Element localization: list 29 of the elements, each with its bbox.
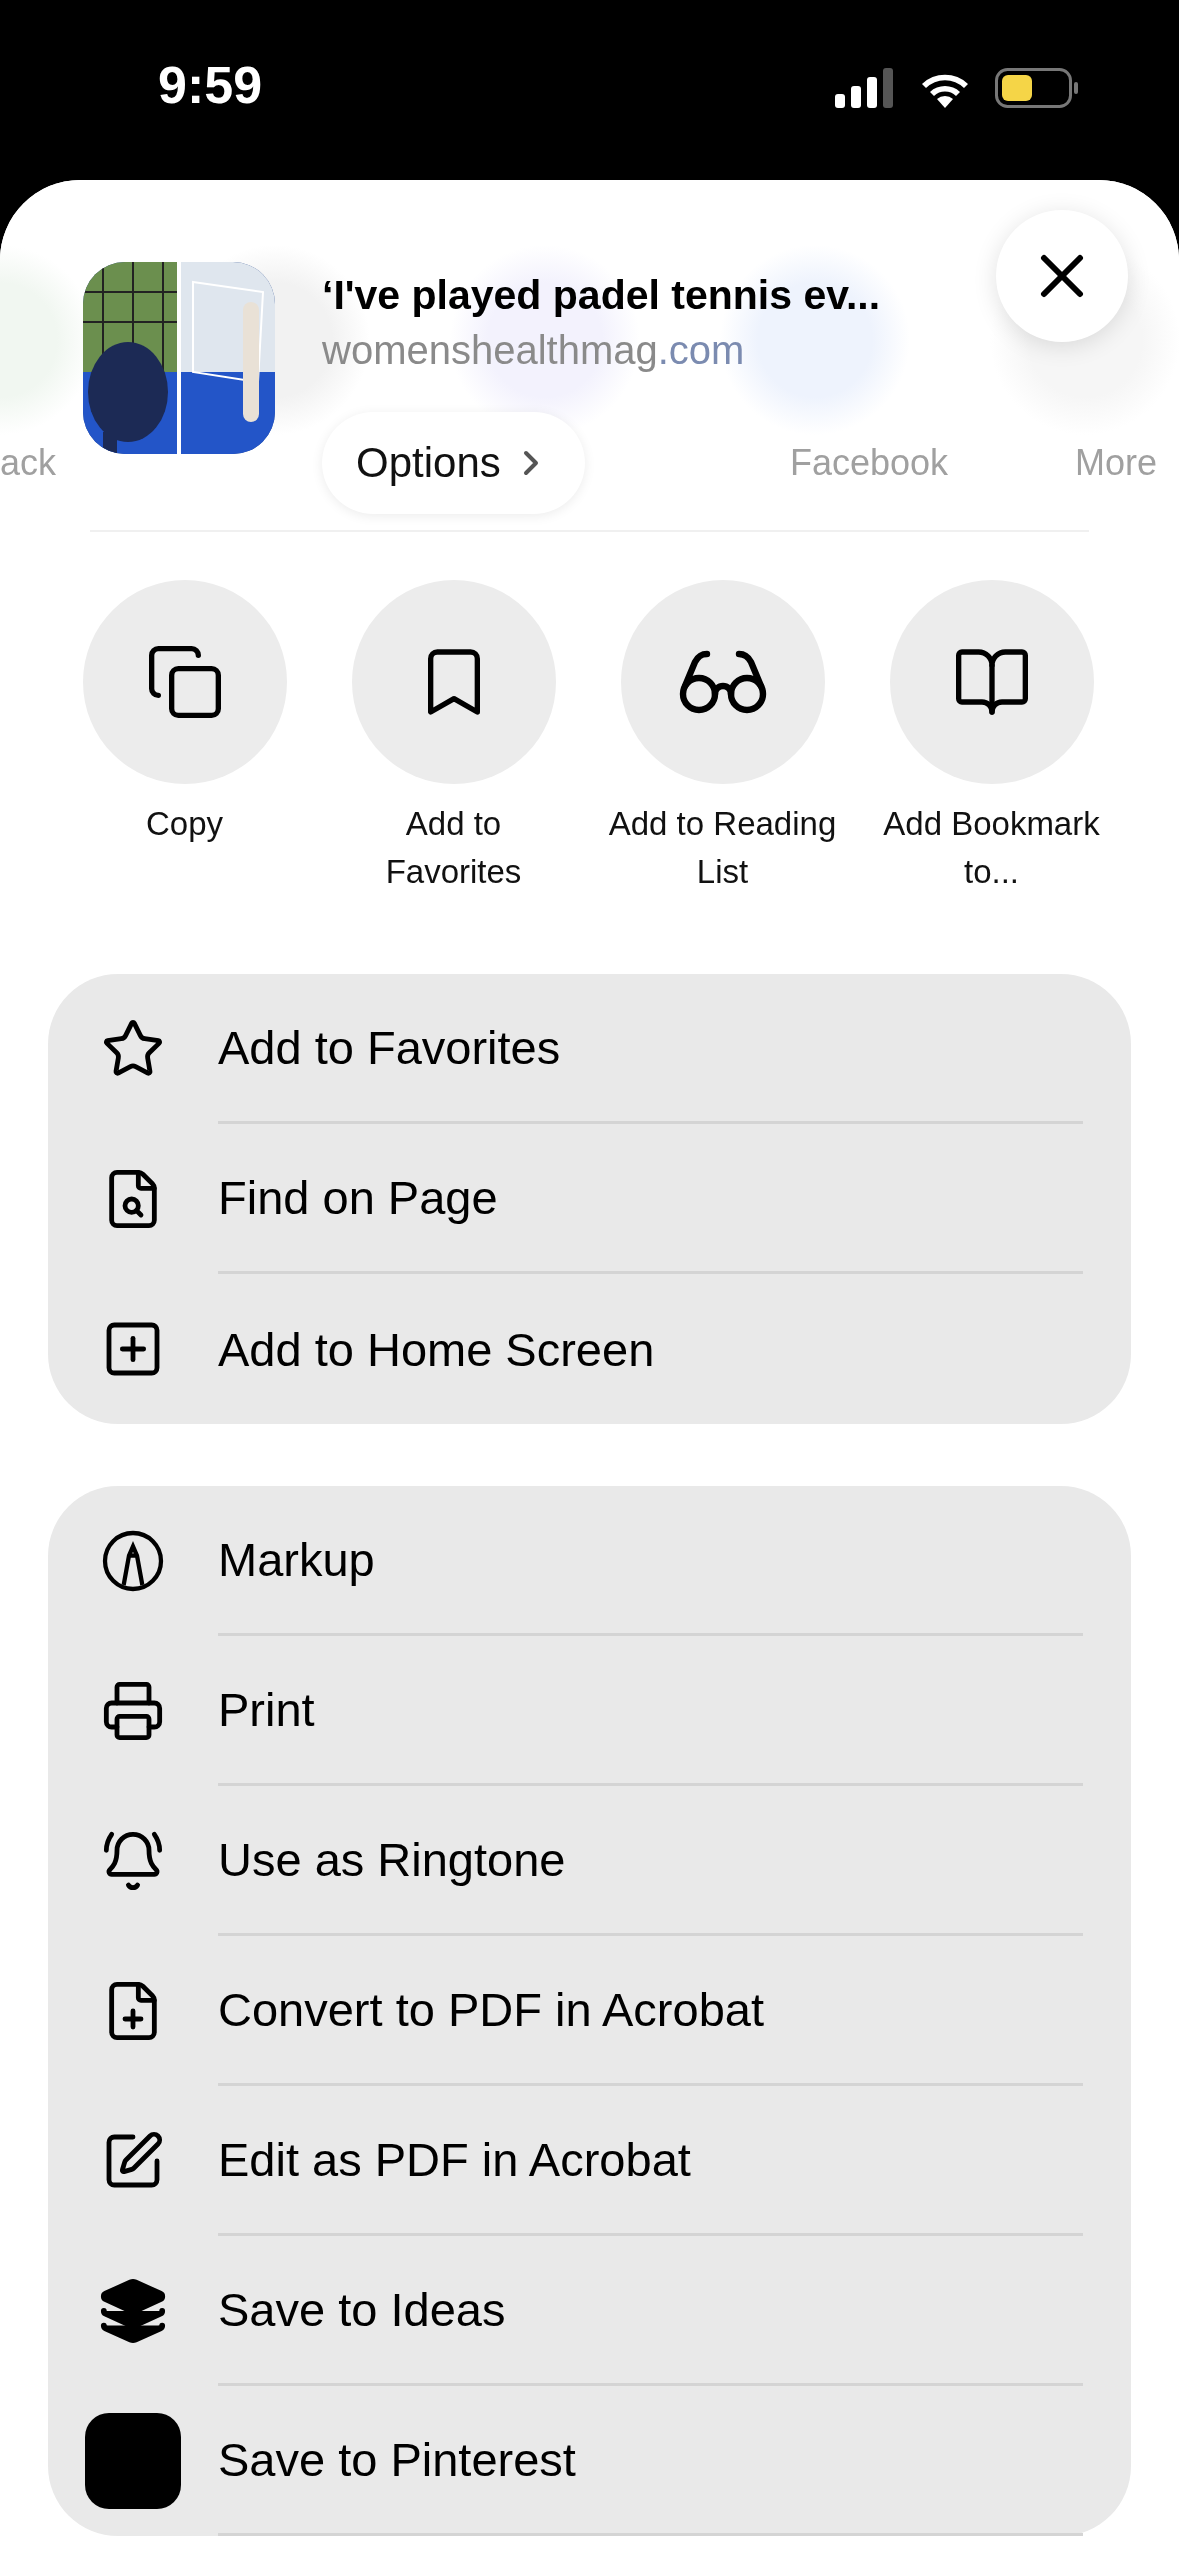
battery-icon	[995, 68, 1079, 108]
list-action[interactable]: Use as Ringtone	[48, 1786, 1131, 1936]
share-action[interactable]: Copy	[50, 580, 319, 896]
action-label: Add to Favorites	[384, 804, 523, 892]
options-button[interactable]: Options	[322, 412, 585, 514]
action-label: Copy	[145, 804, 223, 844]
list-action[interactable]: Add to Favorites	[48, 974, 1131, 1124]
action-label: Add Bookmark to...	[882, 804, 1101, 892]
signal-icon	[835, 68, 895, 108]
shared-page-domain: womenshealthmag.com	[322, 328, 745, 373]
app-icon	[85, 2413, 181, 2509]
pen-tip-circle-icon	[101, 1529, 165, 1593]
status-time: 9:59	[158, 55, 263, 115]
list-action[interactable]: Save to Ideas	[48, 2236, 1131, 2386]
share-action[interactable]: Add Bookmark to...	[857, 580, 1126, 896]
list-action[interactable]: Edit as PDF in Acrobat	[48, 2086, 1131, 2236]
action-label: Add to Reading List	[607, 804, 838, 892]
list-action[interactable]: Convert to PDF in Acrobat	[48, 1936, 1131, 2086]
share-action[interactable]: Add to Favorites	[319, 580, 588, 896]
printer-icon	[101, 1679, 165, 1743]
layers-icon	[98, 2276, 168, 2346]
list-action[interactable]: Save to Pinterest	[48, 2386, 1131, 2536]
shared-page-title: ‘I've played padel tennis ev...	[322, 272, 881, 319]
list-action[interactable]: Print	[48, 1636, 1131, 1786]
list-action[interactable]: Add to Home Screen	[48, 1274, 1131, 1424]
bell-icon	[101, 1829, 165, 1893]
list-action[interactable]: Markup	[48, 1486, 1131, 1636]
share-action[interactable]: Add to Reading List	[588, 580, 857, 896]
list-action[interactable]: Find on Page	[48, 1124, 1131, 1274]
